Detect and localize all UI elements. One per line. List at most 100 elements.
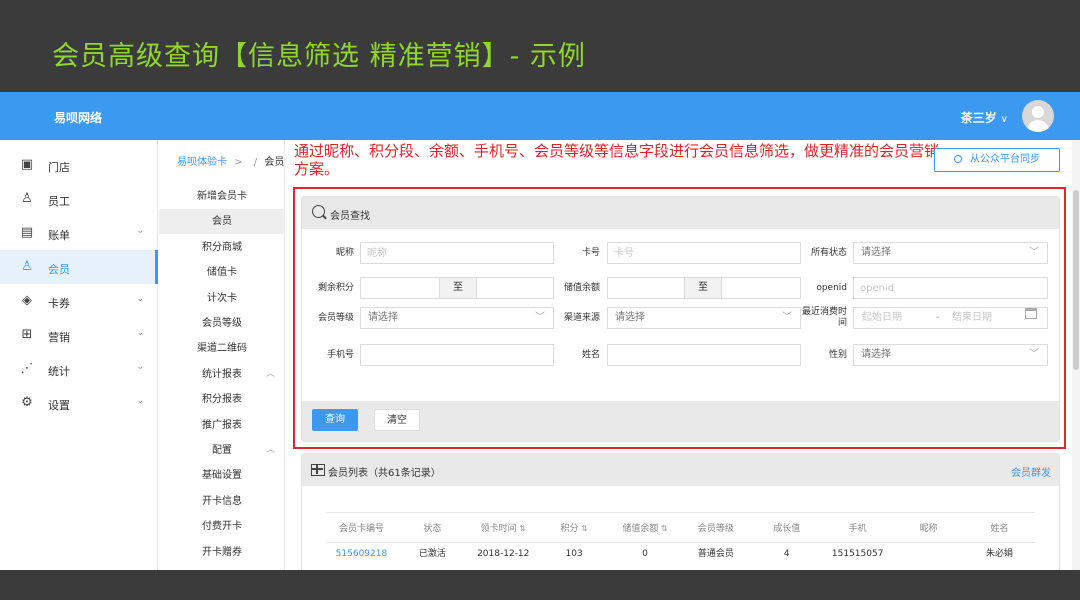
channel-value: 请选择	[615, 312, 645, 323]
subnav-item[interactable]: 统计报表 ︿	[159, 362, 285, 387]
column-header-label: 积分	[560, 524, 579, 534]
column-header: 成长值	[751, 512, 823, 543]
sort-icon[interactable]: ⇅	[579, 524, 588, 533]
chevron-down-icon: ﹀	[1029, 247, 1039, 258]
points-min-input[interactable]	[360, 277, 440, 299]
sidebar-item-label: 会员	[48, 263, 70, 276]
scrollbar-thumb[interactable]	[1073, 190, 1079, 370]
chevron-down-icon: ∨	[1000, 114, 1008, 125]
avatar[interactable]	[1022, 100, 1054, 132]
subnav-item[interactable]: 会员	[159, 209, 285, 235]
member-table: 会员卡编号 状态 领卡时间 ⇅ 积分 ⇅ 储值余额 ⇅ 会员等级 成长值 手机 昵称 姓名 515…	[326, 512, 1035, 570]
column-header-label: 会员卡编号	[338, 524, 384, 534]
clear-button[interactable]: 清空	[374, 409, 420, 431]
column-header: 会员卡编号	[326, 512, 397, 543]
avatar-body	[1027, 120, 1049, 132]
sidebar-item[interactable]: ⊞ 营销 ⌄	[0, 318, 158, 352]
table-cell: 151515057	[831, 549, 884, 559]
search-panel-title: 会员查找	[330, 211, 370, 222]
openid-input[interactable]	[853, 277, 1048, 299]
balance-max-input[interactable]	[721, 277, 801, 299]
subnav-item[interactable]: 付费开卡	[159, 514, 285, 539]
topbar: 易呗网络 茶三岁 ∨	[0, 92, 1080, 140]
search-button[interactable]: 查询	[312, 409, 358, 431]
subnav-item[interactable]: 配置 ︿	[159, 438, 285, 463]
status-select[interactable]: 请选择 ﹀	[853, 242, 1048, 264]
card-number-input[interactable]	[607, 242, 801, 264]
mass-send-link[interactable]: 会员群发	[1011, 464, 1051, 479]
nickname-label: 昵称	[335, 248, 354, 258]
column-header-label: 会员等级	[697, 524, 734, 534]
column-header[interactable]: 积分 ⇅	[538, 512, 610, 543]
status-label: 所有状态	[810, 248, 847, 258]
channel-select[interactable]: 请选择 ﹀	[607, 307, 801, 329]
status-select-value: 请选择	[861, 247, 891, 258]
sidebar-item[interactable]: ▤ 账单 ⌄	[0, 216, 158, 250]
sidebar-item[interactable]: ⚙ 设置 ⌄	[0, 386, 158, 420]
points-label: 剩余积分	[317, 283, 354, 293]
subnav-item[interactable]: 推广报表	[159, 413, 285, 438]
last-spend-date-range[interactable]: 起始日期 - 结束日期	[853, 307, 1048, 329]
balance-label: 储值余额	[563, 283, 600, 293]
subnav-item[interactable]: 计次卡	[159, 286, 285, 311]
sidebar-item[interactable]: ▣ 门店	[0, 148, 158, 182]
last-spend-label: 最近消费时间	[801, 307, 847, 328]
balance-range-separator: 至	[684, 277, 722, 299]
column-header[interactable]: 储值余额 ⇅	[609, 512, 681, 543]
user-menu[interactable]: 茶三岁 ∨	[961, 109, 1008, 126]
brand-name: 易呗网络	[54, 111, 103, 125]
channel-label: 渠道来源	[563, 313, 600, 323]
name-input[interactable]	[607, 344, 801, 366]
phone-label: 手机号	[326, 350, 354, 360]
sidebar-item[interactable]: ◈ 卡券 ⌄	[0, 284, 158, 318]
subnav-item-label: 新增会员卡	[197, 191, 247, 202]
subnav-item[interactable]: 开卡信息	[159, 489, 285, 514]
sidebar-item-label: 统计	[48, 365, 70, 378]
table-cell: 0	[642, 549, 648, 559]
subnav-item[interactable]: 积分商城	[159, 235, 285, 260]
subnav-item[interactable]: 储值卡	[159, 260, 285, 285]
sort-icon[interactable]: ⇅	[658, 524, 668, 533]
nickname-input[interactable]	[360, 242, 554, 264]
annotation-callout: 通过昵称、积分段、余额、手机号、会员等级等信息字段进行会员信息筛选，做更精准的会…	[294, 142, 940, 178]
sidebar-item-label: 设置	[48, 399, 70, 412]
subnav-item[interactable]: 渠道二维码	[159, 336, 285, 361]
slide-banner: 会员高级查询【信息筛选 精准营销】- 示例	[0, 0, 1080, 92]
breadcrumb-root[interactable]: 易呗体验卡	[177, 157, 227, 168]
table-cell: 4	[783, 549, 790, 559]
sidebar: ▣ 门店 ♙ 员工 ▤ 账单 ⌄ ♙ 会员 ◈ 卡券 ⌄ ⊞ 营销 ⌄ ⋰ 统计 ⌄ ⚙ 设置 ⌄	[0, 140, 158, 570]
column-header-label: 手机	[848, 524, 867, 534]
column-header-label: 昵称	[919, 524, 938, 534]
sidebar-item[interactable]: ♙ 员工	[0, 182, 158, 216]
staff-icon: ♙	[21, 191, 33, 206]
phone-input[interactable]	[360, 344, 554, 366]
gender-select[interactable]: 请选择 ﹀	[853, 344, 1048, 366]
member-icon: ♙	[21, 259, 33, 274]
column-header[interactable]: 领卡时间 ⇅	[467, 512, 539, 543]
subnav-item-label: 付费开卡	[202, 521, 242, 533]
subnav-item-label: 基础设置	[202, 470, 242, 482]
sort-icon[interactable]: ⇅	[517, 524, 526, 533]
subnav-item[interactable]: 积分报表	[159, 387, 285, 412]
table-cell	[893, 543, 964, 571]
subnav-item[interactable]: 开卡赠券	[159, 540, 285, 565]
table-row[interactable]: 515609218 已激活 2018-12-12 103 0 普通会员 4 151515057…	[326, 543, 1035, 571]
subnav-item[interactable]: 新增会员卡	[159, 184, 285, 209]
subnav-item-label: 会员等级	[202, 318, 242, 329]
chevron-up-icon[interactable]: ︿	[266, 438, 275, 463]
subnav-item[interactable]: 会员等级	[159, 311, 285, 336]
points-max-input[interactable]	[476, 277, 554, 299]
sidebar-item[interactable]: ⋰ 统计 ⌄	[0, 352, 158, 386]
sidebar-item[interactable]: ♙ 会员	[0, 250, 158, 284]
sync-wechat-button[interactable]: 从公众平台同步	[934, 148, 1060, 172]
member-level-value: 请选择	[368, 312, 398, 323]
balance-min-input[interactable]	[607, 277, 685, 299]
chevron-up-icon[interactable]: ︿	[266, 362, 275, 387]
member-level-select[interactable]: 请选择 ﹀	[360, 307, 554, 329]
table-cell[interactable]: 515609218	[326, 543, 397, 571]
subnav-item[interactable]: 基础设置	[159, 463, 285, 488]
scrollbar[interactable]	[1072, 140, 1080, 570]
column-header-label: 成长值	[773, 524, 801, 534]
breadcrumb-separator: >	[234, 157, 243, 168]
member-level-label: 会员等级	[317, 313, 354, 323]
